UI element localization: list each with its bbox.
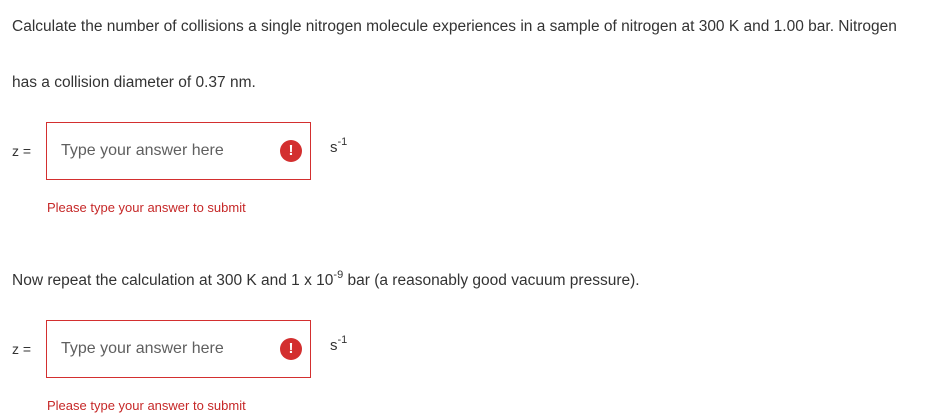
unit-exponent: -1 <box>337 136 348 148</box>
error-message-1: Please type your answer to submit <box>47 200 246 215</box>
exclamation-circle-icon: ! <box>280 338 302 360</box>
unit-label: s-1 <box>330 136 348 158</box>
answer-row-2: z = ! s-1 <box>0 320 944 378</box>
answer-input-1[interactable] <box>47 123 281 179</box>
unit-exponent: -1 <box>337 334 348 346</box>
unit-label: s-1 <box>330 334 348 356</box>
answer-input-2[interactable] <box>47 321 281 377</box>
answer-field-container: ! <box>46 320 311 378</box>
error-message-2: Please type your answer to submit <box>47 398 246 413</box>
unit-base: s <box>330 337 338 354</box>
answer-field-container: ! <box>46 122 311 180</box>
pressure-exponent: -9 <box>333 269 344 281</box>
question-text-line-1: Calculate the number of collisions a sin… <box>12 18 897 35</box>
followup-question-text: Now repeat the calculation at 300 K and … <box>12 269 640 291</box>
followup-text-after: bar (a reasonably good vacuum pressure). <box>343 272 640 289</box>
variable-label: z = <box>12 143 32 159</box>
followup-text-before: Now repeat the calculation at 300 K and … <box>12 272 334 289</box>
variable-label: z = <box>12 341 32 357</box>
unit-base: s <box>330 139 338 156</box>
answer-row-1: z = ! s-1 <box>0 122 944 180</box>
question-text-line-2: has a collision diameter of 0.37 nm. <box>12 74 256 91</box>
exclamation-circle-icon: ! <box>280 140 302 162</box>
